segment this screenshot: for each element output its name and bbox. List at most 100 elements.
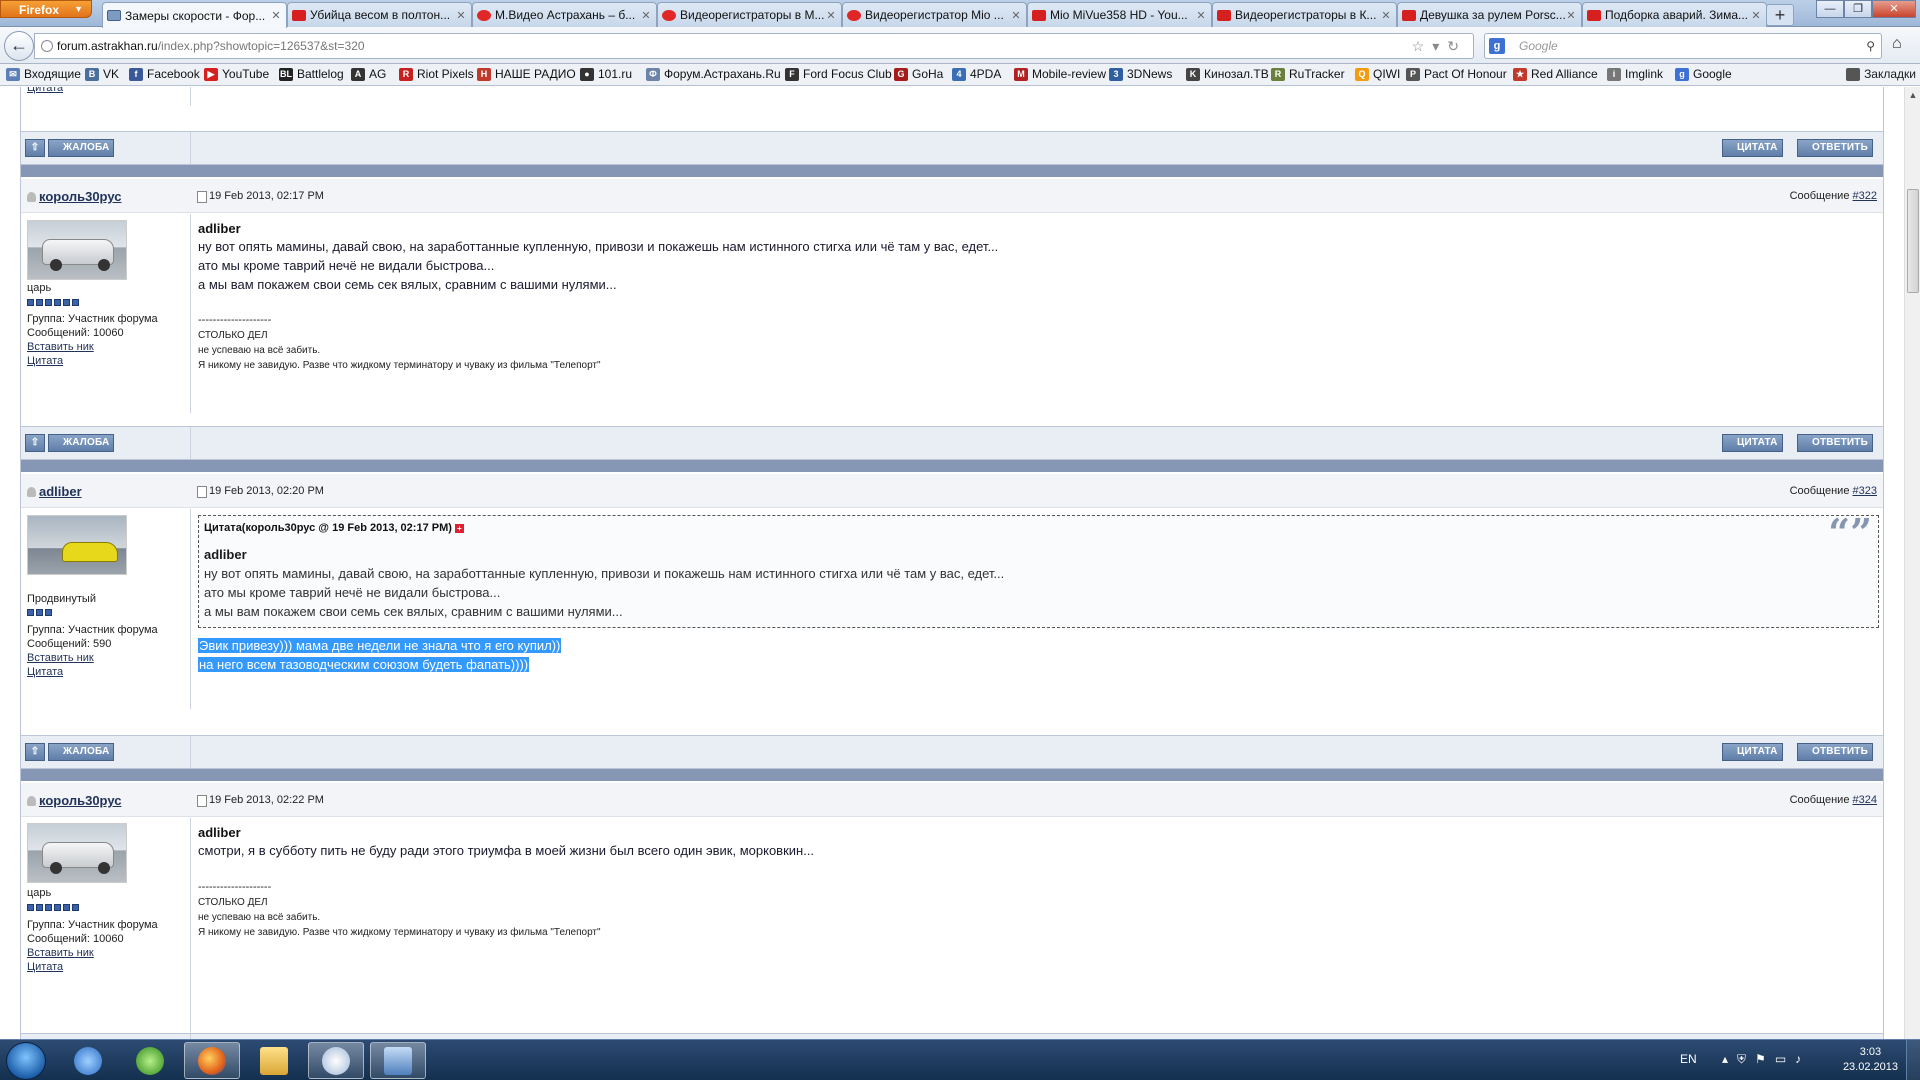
insert-nick-link[interactable]: Вставить ник [27,340,158,354]
address-bar[interactable]: forum.astrakhan.ru/index.php?showtopic=1… [34,33,1474,59]
browser-tab[interactable]: Видеорегистраторы в М... ✕ [657,2,842,27]
avatar[interactable] [27,220,127,280]
browser-tab[interactable]: М.Видео Астрахань – б... ✕ [472,2,657,27]
scroll-top-button[interactable]: ⇧ [25,434,45,452]
scroll-thumb[interactable] [1907,189,1919,293]
post-author[interactable]: король30рус [27,793,121,808]
browser-tab[interactable]: Видеорегистратор Mio ... ✕ [842,2,1027,27]
bookmark-item[interactable]: 4 4PDA [952,67,1001,81]
bookmark-item[interactable]: P Pact Of Honour [1406,67,1507,81]
post-permalink[interactable]: #324 [1853,794,1877,806]
scroll-top-button[interactable]: ⇧ [25,139,45,157]
google-icon[interactable]: g [1489,38,1505,54]
bookmark-item[interactable]: f Facebook [129,67,200,81]
report-button[interactable]: ЖАЛОБА [48,139,115,157]
bookmark-item[interactable]: ✉ Входящие [6,67,81,81]
close-tab-icon[interactable]: ✕ [270,9,282,22]
search-bar[interactable]: g Google ⚲ [1484,33,1882,59]
close-tab-icon[interactable]: ✕ [1010,9,1022,22]
maximize-button[interactable]: ❐ [1844,0,1872,18]
home-icon[interactable]: ⌂ [1892,35,1902,53]
reload-icon[interactable]: ↻ [1447,38,1467,54]
avatar[interactable] [27,823,127,883]
quote-link[interactable]: Цитата [27,354,158,368]
bookmark-item[interactable]: i Imglink [1607,67,1663,81]
back-button[interactable]: ← [4,31,34,61]
browser-tab[interactable]: Видеорегистраторы в К... ✕ [1212,2,1397,27]
dropdown-icon[interactable]: ▾ [1432,38,1447,54]
clock[interactable]: 3:03 23.02.2013 [1843,1045,1898,1075]
bookmark-item[interactable]: R RuTracker [1271,67,1345,81]
quote-link[interactable]: Цитата [27,665,158,679]
expand-quote-icon[interactable]: + [454,523,464,533]
close-tab-icon[interactable]: ✕ [1565,9,1577,22]
quote-button[interactable]: ЦИТАТА [1722,434,1783,452]
bookmark-item[interactable]: M Mobile-review [1014,67,1106,81]
browser-tab[interactable]: Подборка аварий. Зима... ✕ [1582,2,1767,27]
flag-icon[interactable]: ⚑ [1755,1052,1775,1066]
language-indicator[interactable]: EN [1680,1052,1697,1066]
bookmark-star-icon[interactable]: ☆ [1412,38,1433,54]
post-permalink[interactable]: #322 [1853,190,1877,202]
taskbar-utorrent[interactable] [122,1042,178,1079]
bookmark-item[interactable]: G GoHa [894,67,943,81]
browser-tab[interactable]: Девушка за рулем Porsc... ✕ [1397,2,1582,27]
antivirus-icon[interactable]: ⛨ [1737,1052,1755,1066]
bookmark-item[interactable]: R Riot Pixels [399,67,474,81]
insert-nick-link[interactable]: Вставить ник [27,651,158,665]
close-tab-icon[interactable]: ✕ [825,9,837,22]
quote-link[interactable]: Цитата [27,87,63,95]
taskbar-paint[interactable] [308,1042,364,1079]
bookmark-item[interactable]: ▶ YouTube [204,67,269,81]
post-permalink[interactable]: #323 [1853,485,1877,497]
close-tab-icon[interactable]: ✕ [1195,9,1207,22]
browser-tab[interactable]: Mio MiVue358 HD - You... ✕ [1027,2,1212,27]
report-button[interactable]: ЖАЛОБА [48,434,115,452]
post-author[interactable]: король30рус [27,189,121,204]
bookmark-item[interactable]: Q QIWI [1355,67,1400,81]
close-window-button[interactable]: ✕ [1872,0,1916,18]
reply-button[interactable]: ОТВЕТИТЬ [1797,139,1873,157]
tray-expand-icon[interactable]: ▴ [1722,1052,1737,1066]
firefox-menu-button[interactable]: Firefox ▼ [0,0,92,18]
bookmarks-menu[interactable]: Закладки [1846,67,1916,81]
reply-button[interactable]: ОТВЕТИТЬ [1797,434,1873,452]
volume-icon[interactable]: ♪ [1795,1052,1810,1066]
taskbar-remote-desktop[interactable] [370,1042,426,1079]
minimize-button[interactable]: — [1816,0,1844,18]
reply-button[interactable]: ОТВЕТИТЬ [1797,743,1873,761]
avatar[interactable] [27,515,127,575]
bookmark-item[interactable]: Ф Форум.Астрахань.Ru [646,67,781,81]
bookmark-item[interactable]: g Google [1675,67,1732,81]
bookmark-item[interactable]: ● 101.ru [580,67,632,81]
network-icon[interactable]: ▭ [1775,1052,1795,1066]
show-desktop-button[interactable] [1906,1040,1920,1080]
taskbar-explorer[interactable] [246,1042,302,1079]
quote-button[interactable]: ЦИТАТА [1722,743,1783,761]
browser-tab[interactable]: Замеры скорости - Фор... ✕ [102,2,287,28]
browser-tab[interactable]: Убийца весом в полтон... ✕ [287,2,472,27]
quote-link[interactable]: Цитата [27,960,158,974]
taskbar-messenger[interactable] [60,1042,116,1079]
bookmark-item[interactable]: ★ Red Alliance [1513,67,1598,81]
bookmark-item[interactable]: B VK [85,67,119,81]
search-icon[interactable]: ⚲ [1866,34,1875,58]
quote-button[interactable]: ЦИТАТА [1722,139,1783,157]
scroll-top-button[interactable]: ⇧ [25,743,45,761]
bookmark-item[interactable]: F Ford Focus Club [785,67,892,81]
taskbar-firefox[interactable] [184,1042,240,1079]
scroll-up-icon[interactable]: ▲ [1905,87,1920,103]
report-button[interactable]: ЖАЛОБА [48,743,115,761]
post-author[interactable]: adliber [27,484,82,499]
new-tab-button[interactable]: + [1766,4,1794,26]
close-tab-icon[interactable]: ✕ [455,9,467,22]
start-button[interactable] [6,1042,46,1080]
bookmark-item[interactable]: BL Battlelog [279,67,344,81]
bookmark-item[interactable]: A AG [351,67,386,81]
close-tab-icon[interactable]: ✕ [1750,9,1762,22]
bookmark-item[interactable]: K Кинозал.ТВ [1186,67,1269,81]
page-scrollbar[interactable]: ▲ [1904,87,1920,1039]
close-tab-icon[interactable]: ✕ [1380,9,1392,22]
insert-nick-link[interactable]: Вставить ник [27,946,158,960]
bookmark-item[interactable]: Н НАШЕ РАДИО [477,67,576,81]
